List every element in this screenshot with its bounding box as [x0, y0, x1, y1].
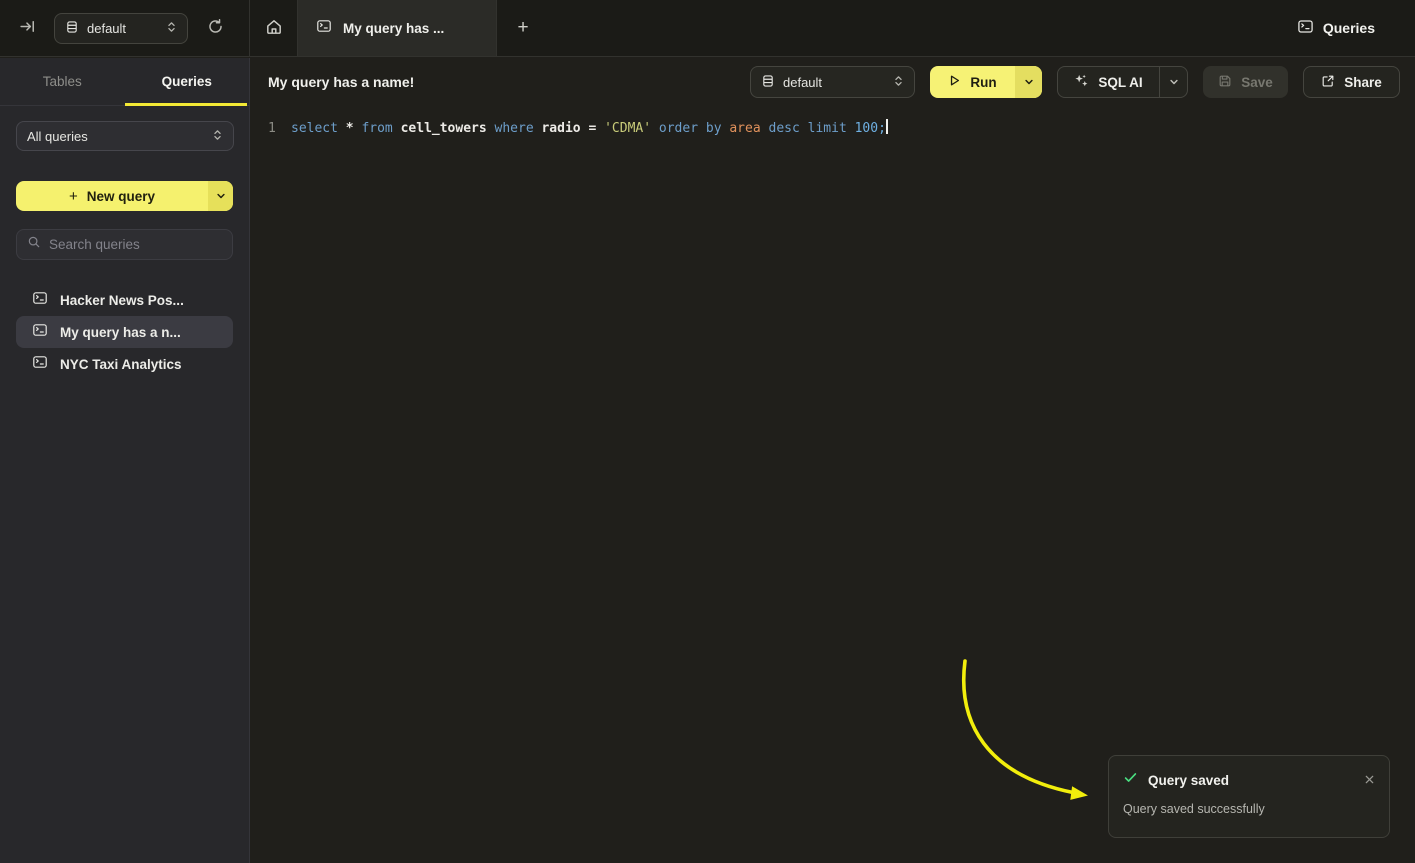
query-icon — [32, 290, 48, 311]
new-query-dropdown[interactable] — [208, 181, 233, 211]
sidebar: Tables Queries All queries + New query — [0, 58, 250, 863]
query-item-label: My query has a n... — [60, 325, 181, 340]
collapse-sidebar-icon — [19, 18, 36, 38]
query-list: Hacker News Pos... My query has a n... — [16, 284, 233, 380]
query-icon — [316, 18, 332, 39]
share-button[interactable]: Share — [1303, 66, 1400, 98]
query-item-label: Hacker News Pos... — [60, 293, 184, 308]
section-heading: Queries — [1297, 18, 1375, 38]
new-query-button[interactable]: + New query — [16, 181, 233, 211]
toast-query-saved: Query saved Query saved successfully — [1108, 755, 1390, 838]
query-icon — [32, 354, 48, 375]
topbar-right: Queries — [1297, 0, 1415, 56]
toast-header: Query saved — [1123, 770, 1375, 790]
search-queries-input[interactable] — [49, 237, 222, 252]
database-select-value: default — [87, 21, 158, 36]
close-icon — [1364, 772, 1375, 788]
code-line: 1 select * from cell_towers where radio … — [251, 116, 1415, 142]
tab-strip: My query has ... + — [250, 0, 1297, 56]
refresh-button[interactable] — [202, 15, 228, 41]
topbar-left: default — [0, 0, 250, 56]
sidebar-tab-queries[interactable]: Queries — [125, 58, 250, 105]
query-icon — [1297, 18, 1314, 38]
chevron-updown-icon — [893, 75, 904, 90]
line-number: 1 — [251, 116, 291, 142]
run-label: Run — [970, 75, 996, 90]
query-list-item-selected[interactable]: My query has a n... — [16, 316, 233, 348]
save-icon — [1218, 74, 1232, 91]
query-item-label: NYC Taxi Analytics — [60, 357, 182, 372]
top-bar: default — [0, 0, 1415, 57]
tab-my-query[interactable]: My query has ... — [297, 0, 497, 56]
save-label: Save — [1241, 75, 1273, 90]
sql-editor[interactable]: 1 select * from cell_towers where radio … — [251, 106, 1415, 142]
home-icon — [265, 18, 283, 39]
sparkles-icon — [1074, 73, 1089, 91]
chevron-updown-icon — [212, 129, 223, 144]
editor-pane: My query has a name! default — [251, 58, 1415, 863]
refresh-icon — [207, 18, 224, 38]
new-query-label: New query — [87, 189, 155, 204]
database-icon — [65, 20, 79, 37]
save-button[interactable]: Save — [1203, 66, 1288, 98]
chevron-updown-icon — [166, 21, 177, 36]
toast-message: Query saved successfully — [1123, 802, 1375, 816]
tab-label: My query has ... — [343, 21, 444, 36]
database-icon — [761, 74, 775, 91]
query-icon — [32, 322, 48, 343]
editor-header: My query has a name! default — [251, 58, 1415, 106]
search-queries-box — [16, 229, 233, 260]
editor-controls: default Run — [750, 66, 1400, 98]
sql-ai-dropdown[interactable] — [1159, 67, 1187, 97]
sql-ai-label: SQL AI — [1098, 75, 1142, 90]
sidebar-tabs: Tables Queries — [0, 58, 249, 106]
run-button[interactable]: Run — [930, 66, 1042, 98]
home-button[interactable] — [250, 0, 297, 56]
sidebar-tab-tables[interactable]: Tables — [0, 58, 125, 105]
editor-database-select[interactable]: default — [750, 66, 915, 98]
query-list-item[interactable]: NYC Taxi Analytics — [16, 348, 233, 380]
chevron-down-icon — [216, 191, 226, 201]
check-icon — [1123, 770, 1138, 790]
query-filter-value: All queries — [27, 129, 204, 144]
plus-icon: + — [517, 17, 528, 38]
sidebar-body: All queries + New query — [0, 106, 249, 380]
collapse-sidebar-button[interactable] — [14, 15, 40, 41]
chevron-down-icon — [1169, 77, 1179, 87]
sql-ai-button[interactable]: SQL AI — [1057, 66, 1188, 98]
query-list-item[interactable]: Hacker News Pos... — [16, 284, 233, 316]
share-icon — [1321, 74, 1335, 91]
chevron-down-icon — [1024, 77, 1034, 87]
plus-icon: + — [69, 188, 78, 205]
play-icon — [948, 74, 961, 90]
toast-close-button[interactable] — [1364, 773, 1375, 787]
run-options-dropdown[interactable] — [1015, 66, 1042, 98]
code-line-content: select * from cell_towers where radio = … — [291, 116, 888, 142]
new-tab-button[interactable]: + — [497, 0, 549, 56]
topbar-database-select[interactable]: default — [54, 13, 188, 44]
text-caret — [886, 119, 888, 134]
query-filter-select[interactable]: All queries — [16, 121, 234, 151]
toast-title: Query saved — [1148, 773, 1229, 788]
editor-database-value: default — [783, 75, 885, 90]
section-heading-label: Queries — [1323, 20, 1375, 36]
share-label: Share — [1344, 75, 1382, 90]
query-title[interactable]: My query has a name! — [268, 74, 414, 90]
search-icon — [27, 235, 41, 254]
